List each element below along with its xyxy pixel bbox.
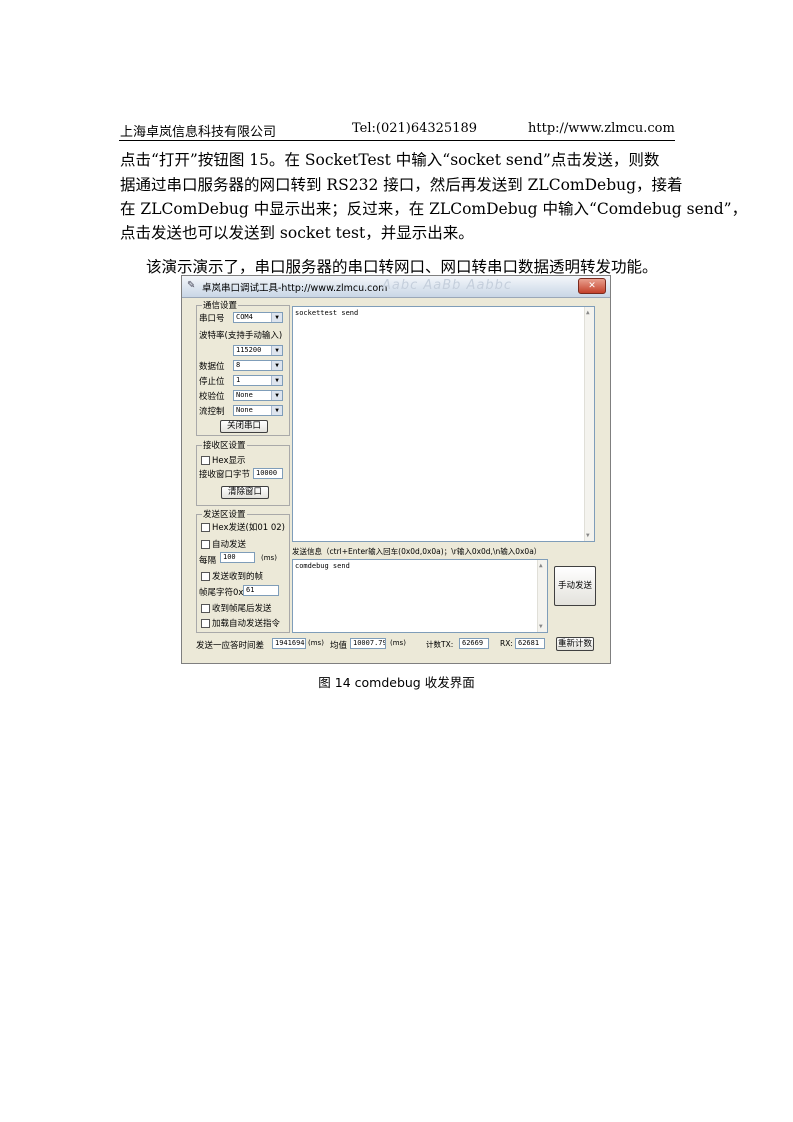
tail-char-input[interactable]: 61 (243, 585, 279, 596)
send-settings-group: 发送区设置 Hex发送(如01 02) 自动发送 每隔 100 (ms) 发送收… (196, 508, 290, 633)
send-info-label: 发送信息（ctrl+Enter输入回车(0x0d,0x0a)；\r输入0x0d,… (292, 547, 542, 556)
receive-textarea[interactable]: sockettest send ▲ ▼ (292, 306, 595, 542)
baud-select[interactable]: 115200 ▼ (233, 345, 283, 356)
port-label: 串口号 (199, 314, 225, 324)
auto-send-label: 自动发送 (212, 540, 247, 550)
clear-window-button[interactable]: 清除窗口 (221, 486, 269, 499)
interval-unit: (ms) (261, 554, 277, 562)
stop-bits-label: 停止位 (199, 377, 225, 387)
app-icon: ✎ (187, 280, 196, 291)
close-icon[interactable]: ✕ (578, 278, 606, 294)
reset-count-button[interactable]: 重新计数 (556, 637, 594, 651)
auto-cmd-label: 加载自动发送指令 (212, 619, 281, 629)
parity-select[interactable]: None ▼ (233, 390, 283, 401)
header-rule (119, 140, 675, 141)
header-company: 上海卓岚信息科技有限公司 (120, 125, 277, 140)
recv-settings-group: 接收区设置 Hex显示 接收窗口字节 10000 清除窗口 (196, 439, 290, 506)
avg-value: 10007.79 (350, 638, 386, 649)
header-url: http://www.zlmcu.com (528, 121, 675, 136)
send-recv-frame-label: 发送收到的帧 (212, 572, 264, 582)
scroll-up-icon: ▲ (539, 562, 543, 569)
send-after-tail-label: 收到帧尾后发送 (212, 604, 272, 614)
chevron-down-icon: ▼ (271, 313, 282, 322)
send-group-title: 发送区设置 (202, 508, 247, 520)
auto-cmd-checkbox[interactable] (201, 619, 210, 628)
recv-bytes-label: 接收窗口字节 (199, 470, 251, 480)
delay-unit: (ms) (308, 639, 324, 647)
tx-label: 计数TX: (426, 640, 454, 649)
auto-send-checkbox[interactable] (201, 540, 210, 549)
avg-unit: (ms) (390, 639, 406, 647)
stop-bits-select[interactable]: 1 ▼ (233, 375, 283, 386)
delay-label: 发送一应答时间差 (196, 641, 265, 651)
chevron-down-icon: ▼ (271, 376, 282, 385)
body-line-1: 点击“打开”按钮图 15。在 SocketTest 中输入“socket sen… (120, 151, 660, 169)
scroll-down-icon: ▼ (586, 532, 590, 539)
chevron-down-icon: ▼ (271, 391, 282, 400)
interval-input[interactable]: 100 (220, 552, 255, 563)
rx-count: 62681 (515, 638, 545, 649)
recv-group-title: 接收区设置 (202, 439, 247, 451)
hex-send-label: Hex发送(如01 02) (212, 523, 285, 533)
receive-text: sockettest send (295, 309, 359, 317)
chevron-down-icon: ▼ (271, 406, 282, 415)
scroll-up-icon: ▲ (586, 309, 590, 316)
chevron-down-icon: ▼ (271, 361, 282, 370)
send-textarea[interactable]: comdebug send ▲ ▼ (292, 559, 548, 633)
receive-scrollbar[interactable]: ▲ ▼ (584, 307, 594, 541)
comm-group-title: 通信设置 (202, 299, 239, 311)
title-bar[interactable]: ✎ 卓岚串口调试工具-http://www.zlmcu.com Aabc AaB… (182, 276, 610, 298)
send-scrollbar[interactable]: ▲ ▼ (537, 560, 547, 632)
flow-select[interactable]: None ▼ (233, 405, 283, 416)
rx-label: RX: (500, 639, 513, 648)
header-tel: Tel:(021)64325189 (352, 121, 478, 136)
send-after-tail-checkbox[interactable] (201, 604, 210, 613)
tx-count: 62669 (459, 638, 489, 649)
figure-caption: 图 14 comdebug 收发界面 (318, 675, 475, 690)
data-bits-label: 数据位 (199, 362, 225, 372)
title-watermark: Aabc AaBb Aabbc (382, 278, 513, 293)
delay-value: 19416948 (272, 638, 306, 649)
close-port-button[interactable]: 关闭串口 (220, 420, 268, 433)
interval-label: 每隔 (199, 556, 217, 566)
send-recv-frame-checkbox[interactable] (201, 572, 210, 581)
avg-label: 均值 (330, 641, 348, 651)
chevron-down-icon: ▼ (271, 346, 282, 355)
body-line-4: 点击发送也可以发送到 socket test，并显示出来。 (120, 224, 474, 242)
manual-send-button[interactable]: 手动发送 (554, 566, 596, 606)
hex-display-checkbox[interactable] (201, 456, 210, 465)
port-select[interactable]: COM4 ▼ (233, 312, 283, 323)
scroll-down-icon: ▼ (539, 623, 543, 630)
parity-label: 校验位 (199, 392, 225, 402)
flow-label: 流控制 (199, 407, 225, 417)
body-line-2: 据通过串口服务器的网口转到 RS232 接口，然后再发送到 ZLComDebug… (120, 176, 683, 194)
body-line-3: 在 ZLComDebug 中显示出来；反过来，在 ZLComDebug 中输入“… (120, 200, 748, 218)
tail-char-label: 帧尾字符0x (199, 588, 244, 598)
hex-send-checkbox[interactable] (201, 523, 210, 532)
baud-label: 波特率(支持手动输入) (199, 331, 283, 341)
hex-display-label: Hex显示 (212, 456, 246, 466)
window-title: 卓岚串口调试工具-http://www.zlmcu.com (202, 283, 388, 294)
comdebug-window: ✎ 卓岚串口调试工具-http://www.zlmcu.com Aabc AaB… (181, 275, 611, 664)
comm-settings-group: 通信设置 串口号 COM4 ▼ 波特率(支持手动输入) 115200 ▼ 数据位 8… (196, 299, 290, 436)
recv-bytes-input[interactable]: 10000 (253, 468, 283, 479)
send-text: comdebug send (295, 562, 350, 570)
data-bits-select[interactable]: 8 ▼ (233, 360, 283, 371)
